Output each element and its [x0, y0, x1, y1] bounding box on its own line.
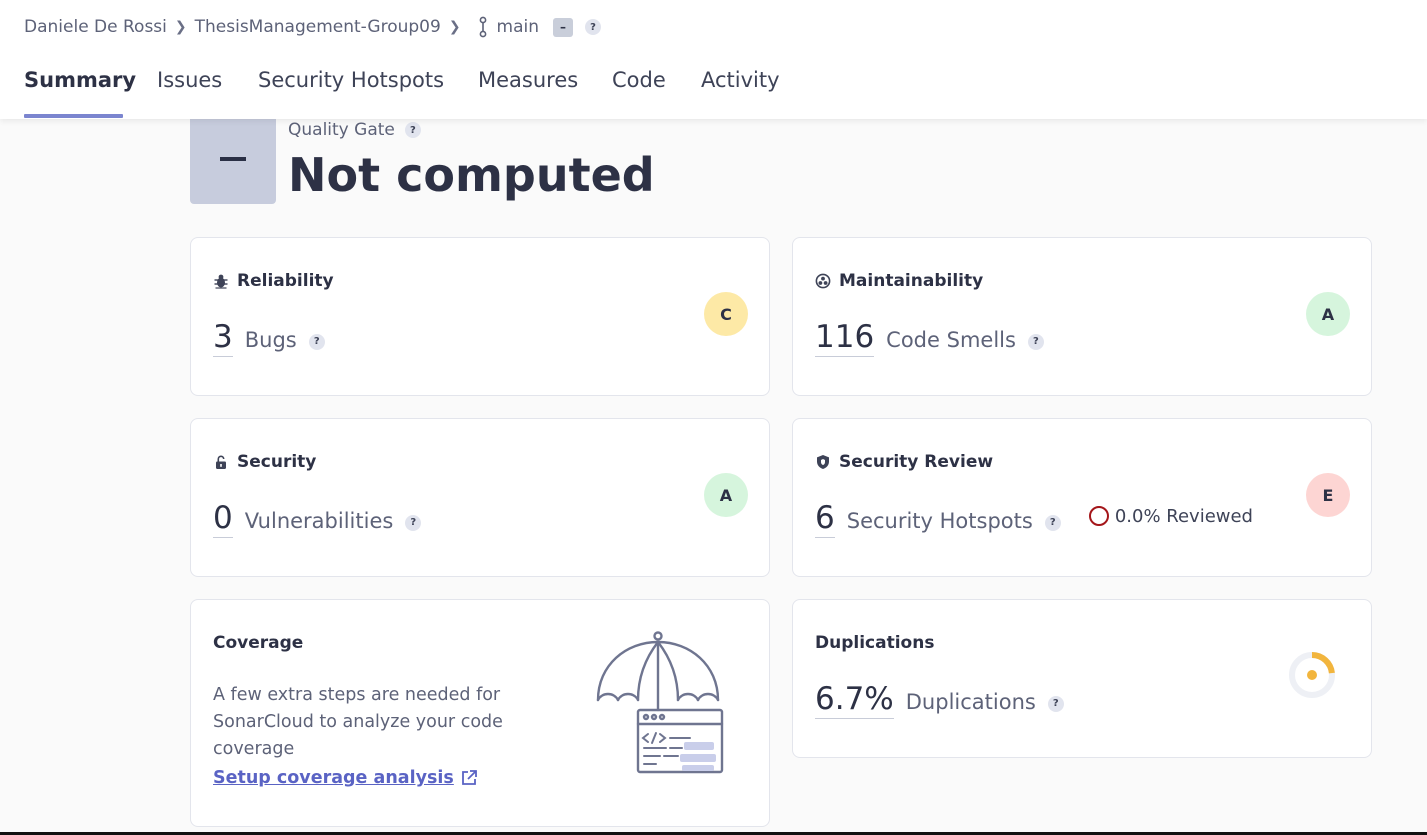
quality-gate-status: Not computed — [288, 148, 655, 202]
tab-summary[interactable]: Summary — [24, 68, 136, 92]
security-title: Security — [213, 452, 316, 472]
quality-gate-badge — [190, 119, 276, 204]
duplications-card: Duplications 6.7% Duplications ? — [792, 599, 1372, 758]
breadcrumb-owner[interactable]: Daniele De Rossi — [24, 17, 167, 37]
tab-security-hotspots[interactable]: Security Hotspots — [258, 68, 444, 92]
reliability-metric: 3 Bugs ? — [213, 318, 325, 357]
maintainability-card: Maintainability 116 Code Smells ? A — [792, 237, 1372, 396]
security-card: Security 0 Vulnerabilities ? A — [190, 418, 770, 577]
top-bar: Daniele De Rossi ❯ ThesisManagement-Grou… — [0, 0, 1427, 119]
shield-icon — [817, 455, 829, 469]
help-icon[interactable]: ? — [404, 122, 421, 138]
hotspots-reviewed[interactable]: 0.0% Reviewed — [1088, 505, 1253, 527]
help-icon[interactable]: ? — [308, 333, 325, 350]
tab-code[interactable]: Code — [612, 68, 666, 92]
vulnerabilities-label: Vulnerabilities — [244, 509, 394, 533]
reliability-title-text: Reliability — [237, 271, 334, 291]
bug-icon — [214, 274, 228, 289]
branch-icon — [479, 16, 486, 38]
bugs-label: Bugs — [244, 328, 297, 352]
hotspots-count[interactable]: 6 — [815, 499, 835, 538]
security-review-title-text: Security Review — [839, 452, 994, 472]
quality-gate-label: Quality Gate ? — [288, 120, 421, 140]
security-rating[interactable]: A — [704, 473, 748, 517]
setup-coverage-link[interactable]: Setup coverage analysis — [213, 768, 478, 788]
help-icon[interactable]: ? — [585, 19, 602, 35]
tab-activity[interactable]: Activity — [701, 68, 780, 92]
maintainability-icon — [815, 273, 831, 289]
branch-selector[interactable]: main — [497, 17, 539, 37]
maintainability-title: Maintainability — [815, 271, 983, 291]
reliability-rating[interactable]: C — [704, 292, 748, 336]
security-review-title: Security Review — [815, 452, 993, 472]
maintainability-title-text: Maintainability — [839, 271, 984, 291]
coverage-title: Coverage — [213, 633, 304, 653]
maintainability-metric: 116 Code Smells ? — [815, 318, 1044, 357]
duplications-title: Duplications — [815, 633, 935, 653]
duplications-donut-icon — [1289, 652, 1335, 698]
maintainability-rating[interactable]: A — [1306, 292, 1350, 336]
umbrella-illustration-icon — [596, 631, 724, 774]
reliability-title: Reliability — [213, 271, 334, 291]
reviewed-ring-icon — [1088, 506, 1109, 526]
external-link-icon — [461, 770, 477, 785]
reliability-card: Reliability 3 Bugs ? C — [190, 237, 770, 396]
quality-gate-label-text: Quality Gate — [288, 120, 395, 140]
duplications-percent[interactable]: 6.7% — [815, 680, 894, 719]
chevron-right-icon: ❯ — [174, 19, 187, 35]
security-title-text: Security — [237, 452, 317, 472]
coverage-card: Coverage A few extra steps are needed fo… — [190, 599, 770, 827]
active-tab-indicator — [24, 114, 123, 118]
duplications-metric: 6.7% Duplications ? — [815, 680, 1064, 719]
duplications-label: Duplications — [905, 690, 1036, 714]
security-review-metric: 6 Security Hotspots ? 0.0% Reviewed — [815, 499, 1253, 538]
branch-quality-badge: – — [553, 17, 574, 37]
tab-issues[interactable]: Issues — [157, 68, 222, 92]
unlock-icon — [216, 455, 226, 469]
setup-coverage-link-text[interactable]: Setup coverage analysis — [213, 768, 454, 788]
security-metric: 0 Vulnerabilities ? — [213, 499, 422, 538]
help-icon[interactable]: ? — [1047, 695, 1064, 712]
breadcrumb: Daniele De Rossi ❯ ThesisManagement-Grou… — [24, 15, 602, 39]
security-review-rating[interactable]: E — [1306, 473, 1350, 517]
chevron-right-icon: ❯ — [448, 19, 461, 35]
vulnerabilities-count[interactable]: 0 — [213, 499, 233, 538]
help-icon[interactable]: ? — [405, 514, 422, 531]
security-review-card: Security Review 6 Security Hotspots ? 0.… — [792, 418, 1372, 577]
code-smells-label: Code Smells — [886, 328, 1016, 352]
duplications-donut-arc — [1311, 652, 1335, 674]
help-icon[interactable]: ? — [1044, 514, 1061, 531]
breadcrumb-project[interactable]: ThesisManagement-Group09 — [195, 17, 441, 37]
tab-measures[interactable]: Measures — [478, 68, 578, 92]
reviewed-text: 0.0% Reviewed — [1114, 505, 1253, 527]
bugs-count[interactable]: 3 — [213, 318, 233, 357]
dash-icon — [220, 156, 246, 161]
coverage-description: A few extra steps are needed for SonarCl… — [213, 685, 503, 759]
help-icon[interactable]: ? — [1027, 333, 1044, 350]
code-smells-count[interactable]: 116 — [815, 318, 875, 357]
hotspots-label: Security Hotspots — [846, 509, 1033, 533]
